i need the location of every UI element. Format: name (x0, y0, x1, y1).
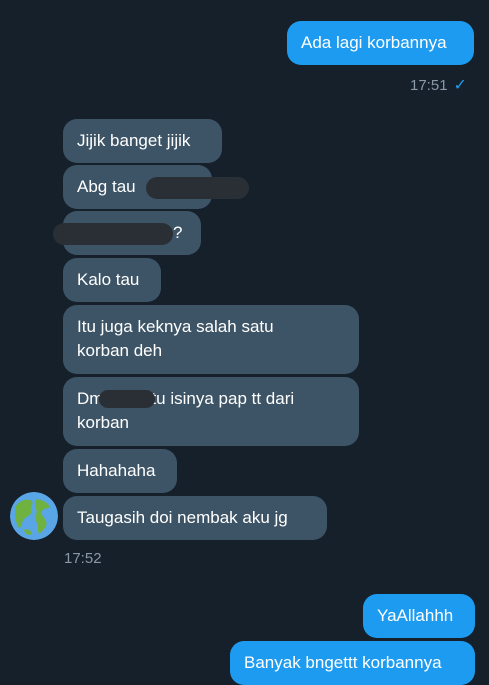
message-bubble-outgoing[interactable]: Ada lagi korbannya (287, 21, 474, 65)
globe-icon[interactable] (10, 492, 58, 540)
message-text-line: korban deh (77, 341, 163, 360)
message-text: Jijik banget jijik (77, 131, 191, 150)
message-text: Ada lagi korbannya (301, 33, 447, 52)
message-bubble-incoming[interactable]: ? (53, 211, 201, 255)
message-text-line: Itu juga keknya salah satu (77, 317, 274, 336)
redacted-region (53, 222, 173, 245)
message-text-line: korban (77, 413, 129, 432)
message-text: Abg tau (77, 177, 136, 196)
message-bubble-incoming[interactable]: Hahahaha (63, 449, 177, 493)
redacted-region (146, 177, 249, 199)
message-bubble-outgoing[interactable]: YaAllahhh (363, 594, 475, 638)
message-text: tu isinya pap tt dari (151, 389, 295, 408)
message-text: ? (173, 223, 183, 242)
message-text: Taugasih doi nembak aku jg (77, 508, 288, 527)
message-text: YaAllahhh (377, 606, 454, 625)
message-text: Kalo tau (77, 270, 140, 289)
message-bubble-incoming[interactable]: Jijik banget jijik (63, 119, 222, 163)
message-text: Hahahaha (77, 461, 156, 480)
redacted-region (99, 389, 156, 408)
message-bubble-incoming[interactable]: Taugasih doi nembak aku jg (63, 496, 327, 540)
message-bubble-incoming[interactable]: Dm tu isinya pap tt dari korban (63, 377, 359, 446)
message-bubble-incoming[interactable]: Itu juga keknya salah satu korban deh (63, 305, 359, 374)
message-text: Banyak bngettt korbannya (244, 653, 442, 672)
checkmark-icon: ✓ (453, 77, 467, 94)
message-bubble-incoming[interactable]: Kalo tau (63, 258, 161, 302)
sent-timestamp: 17:51 ✓ (410, 77, 467, 94)
received-timestamp: 17:52 (64, 550, 102, 567)
message-bubble-outgoing[interactable]: Banyak bngettt korbannya (230, 641, 475, 685)
